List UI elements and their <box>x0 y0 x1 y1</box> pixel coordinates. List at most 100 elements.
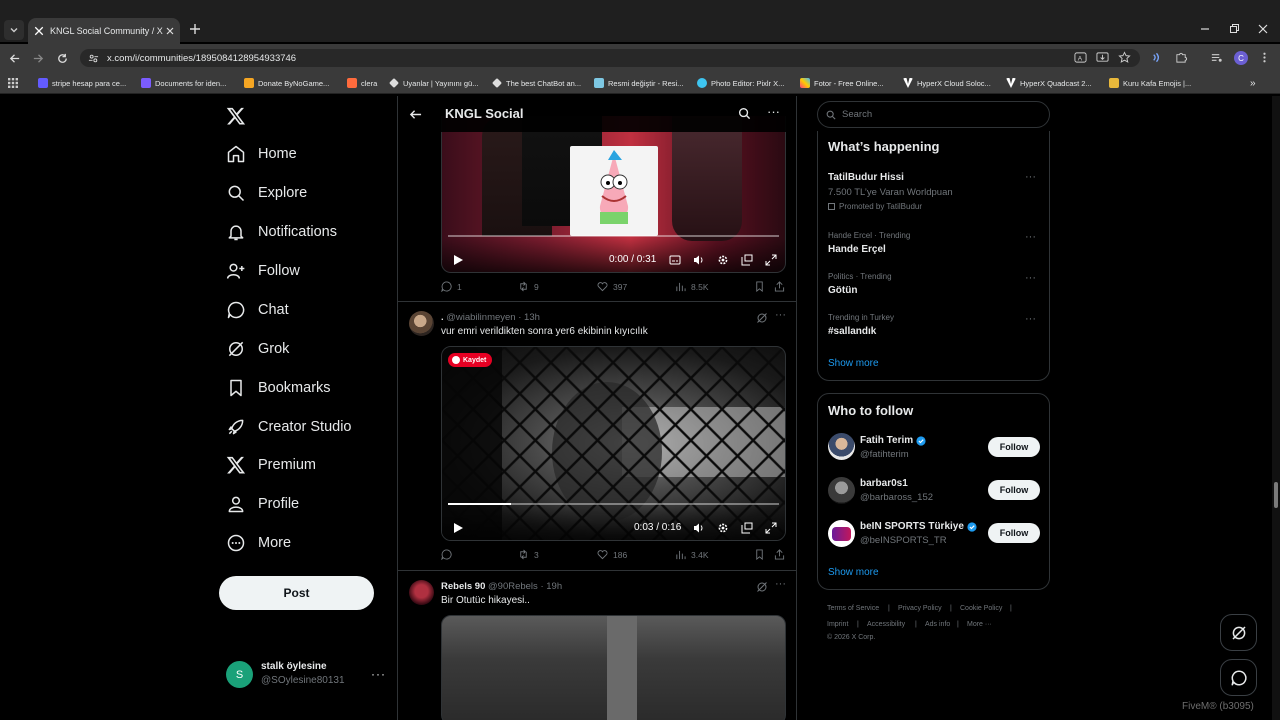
browser-tab[interactable]: KNGL Social Community / X <box>28 18 180 44</box>
avatar[interactable] <box>828 433 855 460</box>
footer-link[interactable]: Ads info <box>925 621 950 628</box>
account-name[interactable]: barbar0s1 <box>860 478 908 489</box>
post-button[interactable]: Post <box>219 576 374 610</box>
follow-button[interactable]: Follow <box>988 480 1040 500</box>
repost-button[interactable]: 9 <box>518 281 539 292</box>
footer-link[interactable]: Accessibility <box>867 621 905 628</box>
grok-fab-button[interactable] <box>1220 614 1257 651</box>
more-dots-icon[interactable]: ··· <box>767 104 780 119</box>
minimize-icon[interactable] <box>1198 22 1212 36</box>
more-dots-icon[interactable]: ··· <box>775 309 786 321</box>
more-dots-icon[interactable]: ··· <box>1025 171 1036 183</box>
bookmark-item[interactable]: The best ChatBot an... <box>492 76 581 90</box>
volume-icon[interactable] <box>693 522 705 534</box>
author-handle[interactable]: @wiabilinmeyen <box>446 312 515 323</box>
like-button[interactable]: 186 <box>597 549 627 560</box>
share-button[interactable] <box>774 281 790 292</box>
account-switcher[interactable]: S stalk öylesine @SOylesine80131 ··· <box>226 657 386 693</box>
video-player[interactable]: Kaydet 0:03 / 0:16 <box>441 346 786 541</box>
bookmark-button[interactable] <box>754 281 770 292</box>
more-dots-icon[interactable]: ··· <box>1025 231 1036 243</box>
footer-link[interactable]: More ··· <box>967 621 992 628</box>
repost-button[interactable]: 3 <box>518 549 539 560</box>
grok-icon[interactable] <box>756 581 768 593</box>
tweet-time[interactable]: 19h <box>546 581 562 592</box>
play-icon[interactable] <box>452 522 464 534</box>
grok-icon[interactable] <box>756 312 768 324</box>
follow-button[interactable]: Follow <box>988 523 1040 543</box>
nav-chat[interactable]: Chat <box>226 297 289 323</box>
account-name[interactable]: Fatih Terim <box>860 435 926 446</box>
bookmark-item[interactable]: HyperX Cloud Soloc... <box>903 76 991 90</box>
save-badge[interactable]: Kaydet <box>448 353 493 367</box>
new-tab-icon[interactable] <box>188 22 202 36</box>
trend-title[interactable]: Götün <box>828 285 857 296</box>
avatar[interactable] <box>409 580 434 605</box>
pip-icon[interactable] <box>741 522 753 534</box>
bookmark-item[interactable]: Fotor - Free Online... <box>800 76 884 90</box>
video-player[interactable] <box>441 615 786 720</box>
footer-link[interactable]: Imprint <box>827 621 848 628</box>
video-progress-bar[interactable] <box>448 235 779 237</box>
trend-title[interactable]: #sallandık <box>828 326 876 337</box>
bookmark-item[interactable]: clera <box>347 76 377 90</box>
bookmark-button[interactable] <box>754 549 770 560</box>
like-button[interactable]: 397 <box>597 281 627 292</box>
tab-search-button[interactable] <box>4 20 24 40</box>
show-more-link[interactable]: Show more <box>828 358 879 369</box>
pip-icon[interactable] <box>741 254 753 266</box>
captions-icon[interactable] <box>669 254 681 266</box>
address-bar[interactable]: x.com/i/communities/1895084128954933746 <box>80 49 1140 67</box>
views-button[interactable]: 3.4K <box>675 549 709 560</box>
extensions-puzzle-icon[interactable] <box>1175 51 1188 64</box>
follow-button[interactable]: Follow <box>988 437 1040 457</box>
footer-link[interactable]: Terms of Service <box>827 605 879 612</box>
more-dots-icon[interactable]: ··· <box>371 667 386 681</box>
page-scrollbar[interactable] <box>1272 96 1280 720</box>
extension-waves-icon[interactable] <box>1150 51 1163 64</box>
fullscreen-icon[interactable] <box>765 254 777 266</box>
more-dots-icon[interactable]: ··· <box>1025 272 1036 284</box>
tweet-time[interactable]: 13h <box>524 312 540 323</box>
nav-grok[interactable]: Grok <box>226 336 289 362</box>
trend-title[interactable]: Hande Erçel <box>828 244 886 255</box>
install-app-icon[interactable] <box>1096 51 1109 64</box>
profile-avatar[interactable]: C <box>1234 51 1248 65</box>
nav-more[interactable]: More <box>226 530 291 556</box>
video-player[interactable]: 0:00 / 0:31 <box>441 116 786 273</box>
nav-home[interactable]: Home <box>226 141 297 167</box>
author-name[interactable]: Rebels 90 <box>441 581 485 592</box>
reload-icon[interactable] <box>56 52 69 65</box>
search-icon[interactable] <box>738 107 751 120</box>
settings-gear-icon[interactable] <box>717 522 729 534</box>
bookmark-item[interactable]: Uyanlar | Yayınını gü... <box>389 76 478 90</box>
close-icon[interactable] <box>166 27 174 35</box>
bookmark-item[interactable]: Documents for iden... <box>141 76 226 90</box>
back-arrow-icon[interactable] <box>409 108 422 121</box>
footer-link[interactable]: Cookie Policy <box>960 605 1002 612</box>
bookmark-item[interactable]: Resmi değiştir - Resi... <box>594 76 683 90</box>
forward-arrow-icon[interactable] <box>32 52 45 65</box>
nav-creator-studio[interactable]: Creator Studio <box>226 414 352 440</box>
translate-icon[interactable]: A <box>1074 51 1087 64</box>
star-icon[interactable] <box>1118 51 1131 64</box>
bookmark-item[interactable]: HyperX Quadcast 2... <box>1006 76 1092 90</box>
settings-gear-icon[interactable] <box>717 254 729 266</box>
bookmark-item[interactable]: Kuru Kafa Emojis |... <box>1109 76 1191 90</box>
reply-button[interactable]: 1 <box>441 281 462 292</box>
fullscreen-icon[interactable] <box>765 522 777 534</box>
kebab-menu-icon[interactable] <box>1258 51 1271 64</box>
back-arrow-icon[interactable] <box>8 52 21 65</box>
views-button[interactable]: 8.5K <box>675 281 709 292</box>
volume-icon[interactable] <box>693 254 705 266</box>
trend-description[interactable]: 7.500 TL’ye Varan Worldpuan <box>828 187 953 198</box>
share-button[interactable] <box>774 549 790 560</box>
more-dots-icon[interactable]: ··· <box>1025 313 1036 325</box>
nav-bookmarks[interactable]: Bookmarks <box>226 375 331 401</box>
bookmark-item[interactable]: Photo Editor: Pixlr X... <box>697 76 784 90</box>
chat-fab-button[interactable] <box>1220 659 1257 696</box>
avatar[interactable] <box>828 477 855 504</box>
window-close-icon[interactable] <box>1256 22 1270 36</box>
reply-button[interactable] <box>441 549 457 560</box>
account-name[interactable]: beIN SPORTS Türkiye <box>860 521 977 532</box>
